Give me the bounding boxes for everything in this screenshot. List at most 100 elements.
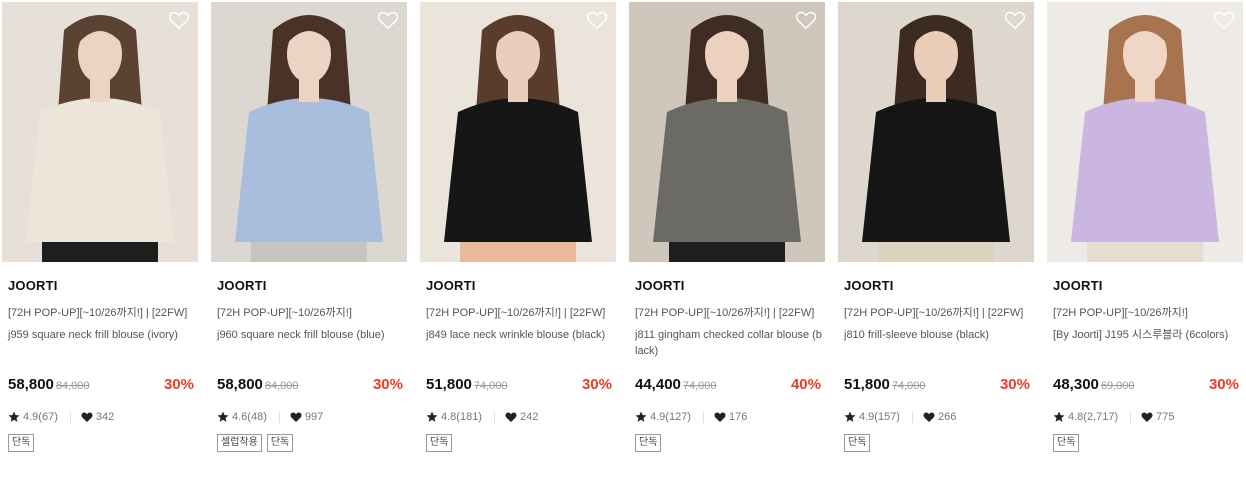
discount-rate: 30% (1208, 376, 1239, 393)
product-name[interactable]: j959 square neck frill blouse (ivory) (8, 327, 196, 343)
rating-text: 4.9(67) (23, 411, 58, 423)
badge-tag: 단독 (266, 434, 294, 452)
review-meta: 4.9(67) 342 (8, 409, 114, 425)
badge-tag: 단독 (426, 434, 453, 452)
sale-price: 51,800 (426, 376, 472, 393)
meta-divider (702, 411, 704, 423)
product-image[interactable] (420, 2, 616, 262)
price-row: 58,800 84,000 30% (217, 376, 403, 396)
original-price: 84,000 (264, 380, 299, 392)
star-icon (635, 411, 647, 423)
product-name[interactable]: j849 lace neck wrinkle blouse (black) (426, 327, 614, 343)
original-price: 74,000 (682, 380, 717, 392)
sale-price: 58,800 (8, 376, 54, 393)
promo-text: [72H POP-UP][~10/26까지!] | [22FW] (844, 307, 1024, 319)
sale-price: 51,800 (844, 376, 890, 393)
promo-text: [72H POP-UP][~10/26까지!] | [22FW] (426, 307, 606, 319)
heart-icon (290, 411, 302, 423)
rating-text: 4.9(127) (650, 411, 691, 423)
product-card[interactable]: JOORTI [72H POP-UP][~10/26까지!] j960 squa… (211, 0, 407, 480)
brand-name[interactable]: JOORTI (635, 278, 685, 293)
badge-tag: 단독 (8, 434, 35, 452)
price-row: 48,300 69,000 30% (1053, 376, 1239, 396)
original-price: 69,000 (1100, 380, 1135, 392)
brand-name[interactable]: JOORTI (8, 278, 58, 293)
promo-text: [72H POP-UP][~10/26까지!] (1053, 307, 1188, 319)
wishlist-heart-icon[interactable] (377, 10, 399, 30)
price-row: 44,400 74,000 40% (635, 376, 821, 396)
product-card[interactable]: JOORTI [72H POP-UP][~10/26까지!] [By Joort… (1047, 0, 1243, 480)
product-card[interactable]: JOORTI [72H POP-UP][~10/26까지!] | [22FW] … (2, 0, 198, 480)
star-icon (1053, 411, 1065, 423)
review-meta: 4.9(157) 266 (844, 409, 956, 425)
meta-divider (911, 411, 913, 423)
like-count: 342 (95, 411, 115, 423)
model-photo (1047, 2, 1243, 262)
review-meta: 4.6(48) 997 (217, 409, 323, 425)
product-image[interactable] (838, 2, 1034, 262)
rating-text: 4.9(157) (859, 411, 900, 423)
wishlist-heart-icon[interactable] (1213, 10, 1235, 30)
like-count: 775 (1156, 411, 1175, 423)
like-count: 266 (937, 411, 957, 423)
badge-list: 셀럽착용 단독 (217, 434, 294, 452)
product-name[interactable]: [By Joorti] J195 시스루블라 (6colors) (1053, 327, 1241, 343)
promo-text: [72H POP-UP][~10/26까지!] | [22FW] (635, 307, 815, 319)
wishlist-heart-icon[interactable] (586, 10, 608, 30)
discount-rate: 30% (372, 376, 403, 393)
wishlist-heart-icon[interactable] (1004, 10, 1026, 30)
badge-list: 단독 (426, 434, 453, 452)
badge-tag: 단독 (635, 434, 662, 452)
brand-name[interactable]: JOORTI (426, 278, 476, 293)
badge-tag: 단독 (1053, 434, 1080, 452)
model-photo (420, 2, 616, 262)
heart-icon (505, 411, 517, 423)
badge-list: 단독 (8, 434, 35, 452)
heart-icon (923, 411, 935, 423)
product-card[interactable]: JOORTI [72H POP-UP][~10/26까지!] | [22FW] … (838, 0, 1034, 480)
heart-icon (1141, 411, 1153, 423)
model-photo (838, 2, 1034, 262)
like-count: 176 (728, 411, 748, 423)
product-name[interactable]: j811 gingham checked collar blouse (blac… (635, 327, 823, 359)
product-name[interactable]: j810 frill-sleeve blouse (black) (844, 327, 1032, 343)
discount-rate: 30% (163, 376, 194, 393)
product-name[interactable]: j960 square neck frill blouse (blue) (217, 327, 405, 343)
product-card[interactable]: JOORTI [72H POP-UP][~10/26까지!] | [22FW] … (420, 0, 616, 480)
heart-icon (81, 411, 93, 423)
product-image[interactable] (211, 2, 407, 262)
badge-tag: 셀럽착용 (217, 434, 262, 452)
review-meta: 4.8(181) 242 (426, 409, 538, 425)
meta-divider (1130, 411, 1132, 423)
product-image[interactable] (1047, 2, 1243, 262)
original-price: 74,000 (473, 380, 508, 392)
product-image[interactable] (629, 2, 825, 262)
product-card[interactable]: JOORTI [72H POP-UP][~10/26까지!] | [22FW] … (629, 0, 825, 480)
model-photo (211, 2, 407, 262)
heart-icon (714, 411, 726, 423)
original-price: 74,000 (891, 380, 926, 392)
sale-price: 44,400 (635, 376, 681, 393)
brand-name[interactable]: JOORTI (844, 278, 894, 293)
star-icon (8, 411, 20, 423)
badge-list: 단독 (1053, 434, 1080, 452)
discount-rate: 40% (790, 376, 821, 393)
discount-rate: 30% (581, 376, 612, 393)
price-row: 51,800 74,000 30% (426, 376, 612, 396)
review-meta: 4.9(127) 176 (635, 409, 747, 425)
badge-list: 단독 (844, 434, 871, 452)
model-photo (629, 2, 825, 262)
promo-text: [72H POP-UP][~10/26까지!] | [22FW] (8, 307, 188, 319)
review-meta: 4.8(2,717) 775 (1053, 409, 1175, 425)
product-image[interactable] (2, 2, 198, 262)
rating-text: 4.8(181) (441, 411, 482, 423)
wishlist-heart-icon[interactable] (795, 10, 817, 30)
star-icon (426, 411, 438, 423)
price-row: 51,800 74,000 30% (844, 376, 1030, 396)
star-icon (844, 411, 856, 423)
brand-name[interactable]: JOORTI (217, 278, 267, 293)
wishlist-heart-icon[interactable] (168, 10, 190, 30)
price-row: 58,800 84,000 30% (8, 376, 194, 396)
brand-name[interactable]: JOORTI (1053, 278, 1103, 293)
model-photo (2, 2, 198, 262)
